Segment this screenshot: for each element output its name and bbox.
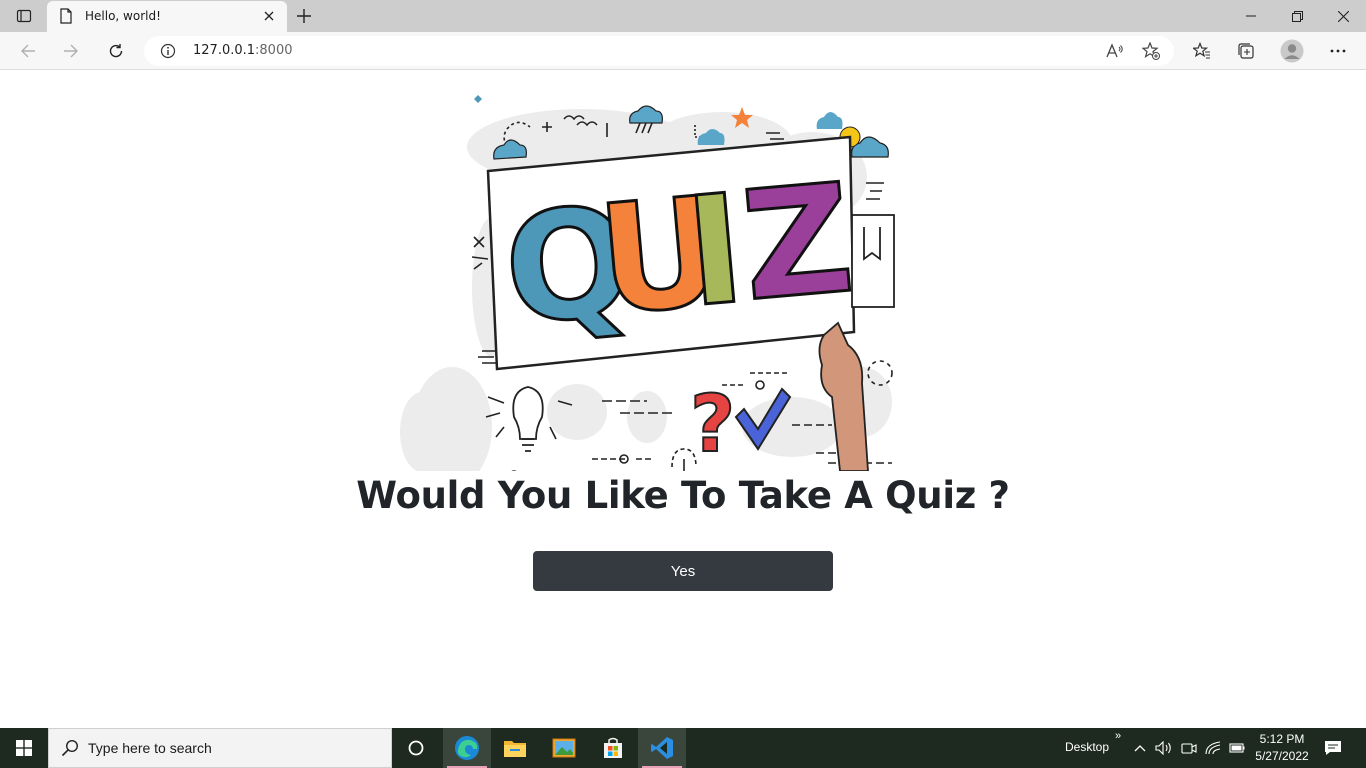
chevron-up-icon [1134, 745, 1146, 752]
close-icon [264, 11, 274, 21]
network-icon [1205, 741, 1221, 755]
store-icon [604, 737, 622, 758]
back-button[interactable] [14, 37, 42, 65]
minimize-button[interactable] [1228, 0, 1274, 32]
yes-button[interactable]: Yes [533, 551, 833, 591]
restore-button[interactable] [1274, 0, 1320, 32]
maximize-icon [1291, 10, 1303, 22]
tab-actions-button[interactable] [8, 4, 40, 28]
page-icon [60, 8, 72, 24]
more-icon [1330, 49, 1346, 53]
browser-toolbar: 127.0.0.1:8000 [0, 32, 1366, 70]
profile-icon [1280, 39, 1304, 63]
page-heading: Would You Like To Take A Quiz ? [356, 474, 1010, 517]
clock[interactable]: 5:12 PM 5/27/2022 [1250, 731, 1314, 765]
show-hidden-icons-button[interactable] [1130, 738, 1150, 758]
more-button[interactable] [1324, 37, 1352, 65]
window-close-button[interactable] [1320, 0, 1366, 32]
file-explorer-icon [504, 741, 526, 757]
task-view-button[interactable] [392, 728, 440, 768]
info-icon[interactable] [160, 43, 176, 59]
tab-bar: Hello, world! [0, 0, 1366, 32]
tab-title: Hello, world! [85, 9, 161, 23]
forward-button[interactable] [57, 37, 85, 65]
active-tab[interactable]: Hello, world! [47, 1, 287, 32]
taskbar-search-box[interactable]: Type here to search [48, 728, 392, 768]
volume-icon [1155, 741, 1171, 755]
start-button[interactable] [0, 728, 48, 768]
tab-close-button[interactable] [261, 8, 277, 24]
taskbar-store[interactable] [589, 728, 637, 768]
search-icon [61, 739, 79, 757]
windows-icon [16, 740, 32, 756]
quiz-illustration: Q U I Z ? [400, 95, 895, 471]
forward-icon [64, 44, 78, 58]
vscode-icon [651, 737, 673, 759]
camera-icon [1181, 743, 1197, 754]
read-aloud-button[interactable] [1103, 39, 1127, 63]
taskbar-edge[interactable] [443, 728, 491, 768]
svg-text:?: ? [690, 380, 735, 470]
refresh-button[interactable] [102, 37, 130, 65]
volume-button[interactable] [1154, 738, 1174, 758]
desktop-label[interactable]: Desktop [1065, 740, 1109, 754]
toolbar-overflow[interactable]: » [1115, 730, 1121, 742]
tab-actions-icon [16, 9, 32, 23]
network-button[interactable] [1203, 738, 1223, 758]
add-favorite-icon [1142, 42, 1160, 60]
notifications-button[interactable] [1323, 738, 1343, 758]
svg-text:Z: Z [736, 152, 860, 335]
task-view-icon [408, 740, 424, 756]
edge-icon [455, 736, 479, 760]
battery-button[interactable] [1226, 738, 1246, 758]
url-port: :8000 [255, 43, 293, 58]
read-aloud-icon [1106, 43, 1123, 58]
meet-now-button[interactable] [1179, 738, 1199, 758]
clock-date: 5/27/2022 [1255, 749, 1309, 763]
favorites-icon [1193, 42, 1210, 59]
taskbar-vscode[interactable] [638, 728, 686, 768]
notifications-icon [1325, 741, 1341, 755]
collections-icon [1238, 43, 1254, 59]
minimize-icon [1246, 15, 1256, 17]
taskbar-photos[interactable] [540, 728, 588, 768]
taskbar: Type here to search Desktop » 5:12 PM 5/… [0, 728, 1366, 768]
taskbar-file-explorer[interactable] [491, 728, 539, 768]
new-tab-button[interactable] [292, 4, 316, 28]
url-text[interactable]: 127.0.0.1:8000 [193, 43, 293, 58]
photos-icon [552, 738, 576, 758]
battery-icon [1229, 743, 1245, 753]
clock-time: 5:12 PM [1259, 732, 1305, 746]
collections-button[interactable] [1232, 37, 1260, 65]
search-placeholder: Type here to search [88, 740, 212, 756]
url-host: 127.0.0.1 [193, 43, 256, 58]
add-favorite-button[interactable] [1139, 39, 1163, 63]
address-bar[interactable]: 127.0.0.1:8000 [144, 36, 1174, 66]
back-icon [21, 44, 35, 58]
plus-icon [297, 9, 311, 23]
page-content: Q U I Z ? Would You Like To Take A Quiz … [0, 71, 1366, 728]
profile-button[interactable] [1278, 37, 1306, 65]
close-icon [1337, 10, 1349, 22]
favorites-button[interactable] [1188, 37, 1216, 65]
refresh-icon [109, 44, 123, 58]
